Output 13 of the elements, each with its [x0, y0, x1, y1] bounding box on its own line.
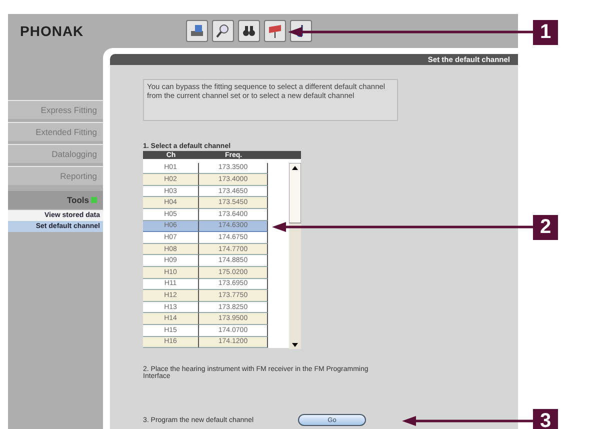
callout-number: 1	[533, 20, 558, 45]
logo: PHONAK	[19, 23, 85, 39]
binoculars-icon	[241, 23, 257, 39]
search-icon	[215, 23, 231, 39]
section-label: Tools	[66, 195, 89, 205]
sidebar-section[interactable]: Tools	[8, 191, 103, 209]
device-icon	[189, 23, 205, 39]
callout-number: 3	[533, 409, 558, 429]
flag-icon	[267, 23, 283, 39]
callout-number: 2	[533, 215, 558, 240]
table-header-bar	[268, 151, 301, 159]
square-icon	[91, 197, 97, 203]
scrollbar[interactable]	[289, 162, 301, 349]
